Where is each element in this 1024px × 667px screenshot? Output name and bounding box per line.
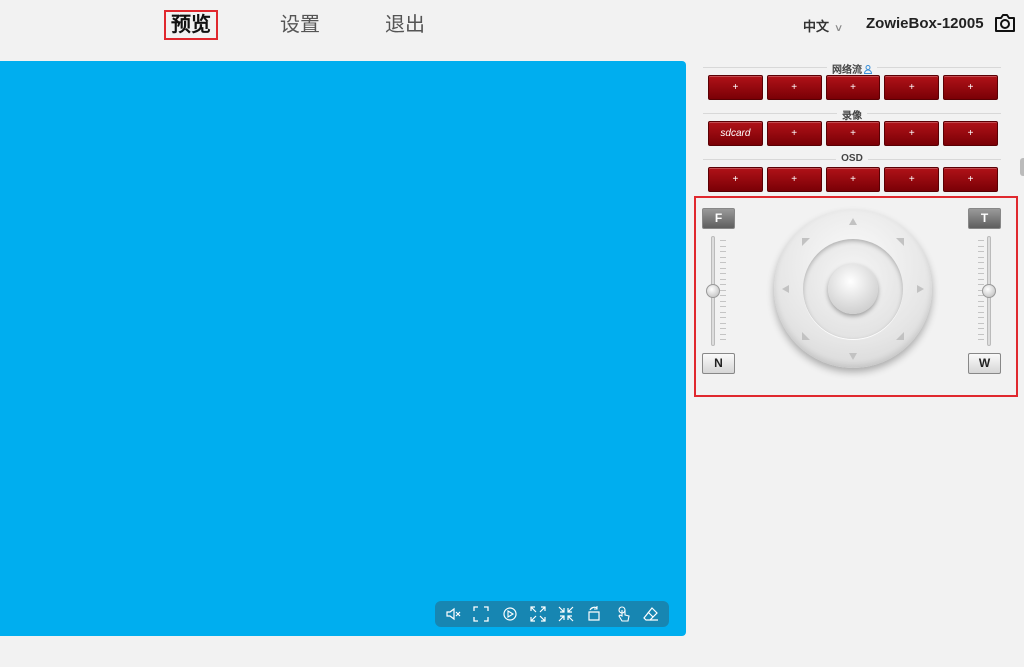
stream-buttons: + + + + + [708, 75, 998, 100]
chevron-down-icon: ∨ [833, 23, 844, 34]
osd-add-button[interactable]: + [825, 167, 881, 192]
language-select[interactable]: 中文 ∨ [803, 16, 844, 35]
user-icon[interactable] [864, 65, 872, 74]
arrow-right-icon[interactable] [914, 283, 926, 295]
osd-add-button[interactable]: + [943, 167, 998, 192]
arrow-down-right-icon[interactable] [894, 330, 906, 342]
focus-slider-knob[interactable] [706, 284, 720, 298]
record-add-button[interactable]: + [884, 121, 940, 146]
arrow-up-left-icon[interactable] [800, 236, 812, 248]
video-preview[interactable] [0, 61, 686, 636]
record-add-button[interactable]: + [766, 121, 822, 146]
language-label: 中文 [803, 19, 830, 34]
tab-settings[interactable]: 设置 [280, 10, 320, 40]
osd-buttons: + + + + + [708, 167, 998, 192]
stream-add-button[interactable]: + [708, 75, 763, 100]
stream-add-button[interactable]: + [825, 75, 881, 100]
rotate-icon[interactable] [584, 604, 604, 624]
record-section-title: 录像 [703, 107, 1001, 122]
focus-far-button[interactable]: F [702, 208, 735, 229]
fullscreen-icon[interactable] [471, 604, 491, 624]
ptz-joystick [774, 210, 932, 368]
osd-section-title: OSD [703, 153, 1001, 164]
focus-near-button[interactable]: N [702, 353, 735, 374]
arrow-up-icon[interactable] [847, 216, 859, 228]
record-buttons: sdcard + + + + [708, 121, 998, 146]
arrow-down-left-icon[interactable] [800, 330, 812, 342]
touch-icon[interactable] [613, 604, 633, 624]
arrow-left-icon[interactable] [780, 283, 792, 295]
shrink-icon[interactable] [556, 604, 576, 624]
osd-add-button[interactable]: + [884, 167, 940, 192]
zoom-wide-button[interactable]: W [968, 353, 1001, 374]
record-add-button[interactable]: + [825, 121, 881, 146]
camera-icon[interactable] [994, 13, 1016, 33]
tab-logout[interactable]: 退出 [385, 10, 425, 40]
osd-add-button[interactable]: + [766, 167, 822, 192]
osd-add-button[interactable]: + [708, 167, 763, 192]
focus-slider-ticks [720, 240, 726, 345]
arrow-up-right-icon[interactable] [894, 236, 906, 248]
zoom-tele-button[interactable]: T [968, 208, 1001, 229]
sdcard-record-button[interactable]: sdcard [708, 121, 763, 146]
video-toolbar [435, 601, 669, 627]
stream-add-button[interactable]: + [766, 75, 822, 100]
stream-add-button[interactable]: + [943, 75, 998, 100]
panel-collapse-handle[interactable] [1020, 158, 1024, 176]
tab-preview[interactable]: 预览 [164, 10, 218, 40]
zoom-area-icon[interactable] [500, 604, 520, 624]
zoom-slider-knob[interactable] [982, 284, 996, 298]
eraser-icon[interactable] [641, 604, 661, 624]
arrow-down-icon[interactable] [847, 350, 859, 362]
device-name: ZowieBox-12005 [866, 15, 984, 32]
mute-icon[interactable] [443, 604, 463, 624]
stream-add-button[interactable]: + [884, 75, 940, 100]
expand-icon[interactable] [528, 604, 548, 624]
ptz-center-button[interactable] [828, 264, 878, 314]
record-add-button[interactable]: + [943, 121, 998, 146]
osd-title: OSD [836, 153, 868, 164]
stream-section-title: 网络流 [703, 61, 1001, 76]
